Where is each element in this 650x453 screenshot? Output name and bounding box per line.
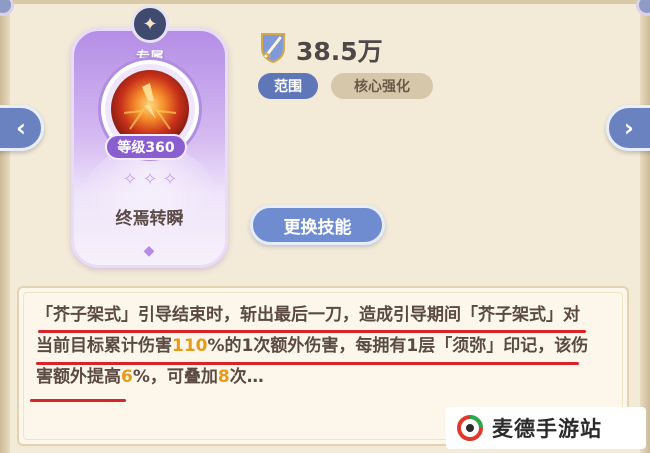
watermark-text: 麦德手游站	[492, 417, 602, 441]
frame-right-border	[640, 0, 650, 453]
bonus-percent-value: 6	[121, 367, 133, 387]
level-badge: 等级360	[105, 134, 187, 160]
star-emblem-icon: ✦	[131, 5, 169, 43]
watermark: 麦德手游站	[446, 407, 646, 449]
sword-shield-icon	[261, 33, 285, 64]
diamond-star-icon: ✧	[122, 169, 138, 190]
tag-core-enhance: 核心强化	[331, 73, 433, 99]
gem-icon: ◆	[143, 243, 155, 259]
chevron-right-icon: ›	[624, 114, 634, 142]
corner-ornament-right	[636, 0, 650, 16]
next-skill-button[interactable]: ›	[606, 105, 650, 151]
description-text: 次…	[229, 367, 264, 387]
star-rating: ✧ ✧ ✧	[110, 169, 190, 192]
diamond-star-icon: ✧	[162, 169, 178, 190]
skill-description: 「芥子架式」引导结束时，斩出最后一刀，造成引导期间「芥子架式」对当前目标累计伤害…	[36, 300, 596, 393]
damage-percent-value: 110	[172, 336, 208, 356]
red-underline-annotation	[30, 399, 126, 402]
change-skill-button[interactable]: 更换技能	[250, 205, 385, 245]
chevron-left-icon: ‹	[16, 114, 26, 142]
stack-count-value: 8	[217, 367, 230, 387]
red-underline-annotation	[36, 362, 579, 365]
previous-skill-button[interactable]: ‹	[0, 105, 44, 151]
description-text: %，可叠加	[132, 367, 218, 387]
diamond-star-icon: ✧	[142, 169, 158, 190]
power-value: 38.5万	[296, 37, 383, 66]
frame-top-border	[10, 0, 640, 4]
tag-range: 范围	[258, 73, 318, 99]
frame-left-border	[0, 0, 10, 453]
red-underline-annotation	[38, 330, 586, 333]
skill-name: 终焉转瞬	[115, 209, 184, 229]
corner-ornament-left	[0, 0, 14, 16]
watermark-logo-icon	[457, 415, 483, 441]
